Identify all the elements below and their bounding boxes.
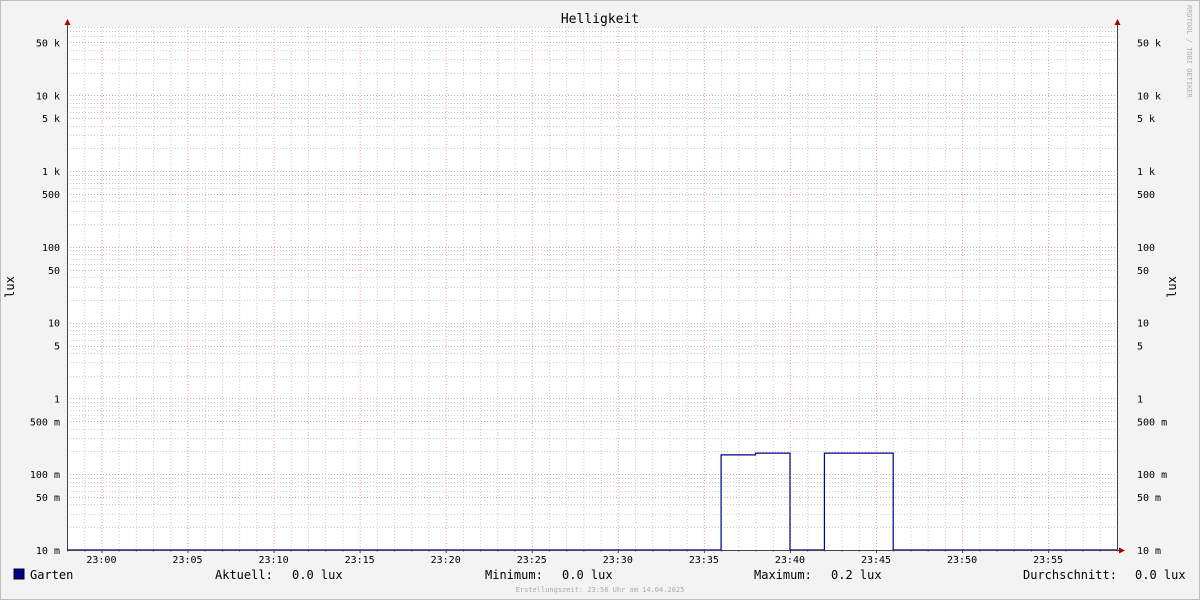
y-tick-label: 50 xyxy=(48,266,60,277)
y-tick-label: 10 m xyxy=(1137,546,1161,557)
legend-minimum-label: Minimum: xyxy=(485,568,543,582)
y-tick-label: 10 k xyxy=(1137,91,1161,102)
y-tick-label: 100 xyxy=(42,243,60,254)
y-tick-label: 5 xyxy=(1137,342,1143,353)
y-tick-label: 500 xyxy=(42,190,60,201)
y-axis-label-left: lux xyxy=(3,276,17,298)
x-tick-label: 23:30 xyxy=(603,555,633,566)
y-tick-label: 1 k xyxy=(1137,167,1155,178)
chart-title: Helligkeit xyxy=(561,12,639,27)
y-tick-label: 50 k xyxy=(1137,38,1161,49)
legend-maximum-value: 0.2 lux xyxy=(831,568,882,582)
y-tick-label: 500 m xyxy=(1137,417,1167,428)
y-tick-label: 10 xyxy=(1137,319,1149,330)
legend-swatch xyxy=(13,568,25,580)
y-tick-label: 1 k xyxy=(42,167,60,178)
legend-aktuell-label: Aktuell: xyxy=(215,568,273,582)
y-tick-label: 1 xyxy=(54,394,60,405)
x-tick-label: 23:50 xyxy=(947,555,977,566)
x-tick-label: 23:25 xyxy=(517,555,547,566)
x-tick-label: 23:00 xyxy=(86,555,116,566)
x-tick-label: 23:10 xyxy=(259,555,289,566)
footer-timestamp: Erstellungszeit: 23:58 Uhr am 14.04.2025 xyxy=(516,586,685,594)
y-tick-label: 1 xyxy=(1137,394,1143,405)
legend-durchschnitt-label: Durchschnitt: xyxy=(1023,568,1117,582)
y-tick-label: 10 k xyxy=(36,91,60,102)
legend-durchschnitt-value: 0.0 lux xyxy=(1135,568,1186,582)
y-axis-label-right: lux xyxy=(1165,276,1179,298)
y-tick-label: 50 m xyxy=(1137,493,1161,504)
y-tick-label: 50 k xyxy=(36,38,60,49)
legend-maximum-label: Maximum: xyxy=(754,568,812,582)
y-tick-label: 100 m xyxy=(1137,470,1167,481)
chart: 50 k 10 k 5 k 1 k 500 100 50 10 5 1 500 m 100 m 50 m… xyxy=(0,0,1200,600)
x-tick-label: 23:15 xyxy=(345,555,375,566)
legend-aktuell-value: 0.0 lux xyxy=(292,568,343,582)
y-tick-label: 50 xyxy=(1137,266,1149,277)
x-tick-label: 23:40 xyxy=(775,555,805,566)
y-tick-label: 5 k xyxy=(42,114,60,125)
y-tick-label: 5 xyxy=(54,342,60,353)
x-tick-label: 23:55 xyxy=(1033,555,1063,566)
y-tick-label: 5 k xyxy=(1137,114,1155,125)
x-tick-label: 23:45 xyxy=(861,555,891,566)
y-tick-label: 10 m xyxy=(36,546,60,557)
y-tick-label: 50 m xyxy=(36,493,60,504)
x-tick-label: 23:20 xyxy=(431,555,461,566)
y-tick-label: 500 xyxy=(1137,190,1155,201)
y-tick-label: 100 xyxy=(1137,243,1155,254)
x-tick-label: 23:35 xyxy=(689,555,719,566)
y-tick-label: 100 m xyxy=(30,470,60,481)
plot-canvas xyxy=(67,27,1117,550)
legend-series-name: Garten xyxy=(30,568,73,582)
y-tick-label: 10 xyxy=(48,319,60,330)
x-tick-label: 23:05 xyxy=(172,555,202,566)
y-tick-label: 500 m xyxy=(30,417,60,428)
watermark: RRDTOOL / TOBI OETIKER xyxy=(1185,5,1193,99)
legend-minimum-value: 0.0 lux xyxy=(562,568,613,582)
